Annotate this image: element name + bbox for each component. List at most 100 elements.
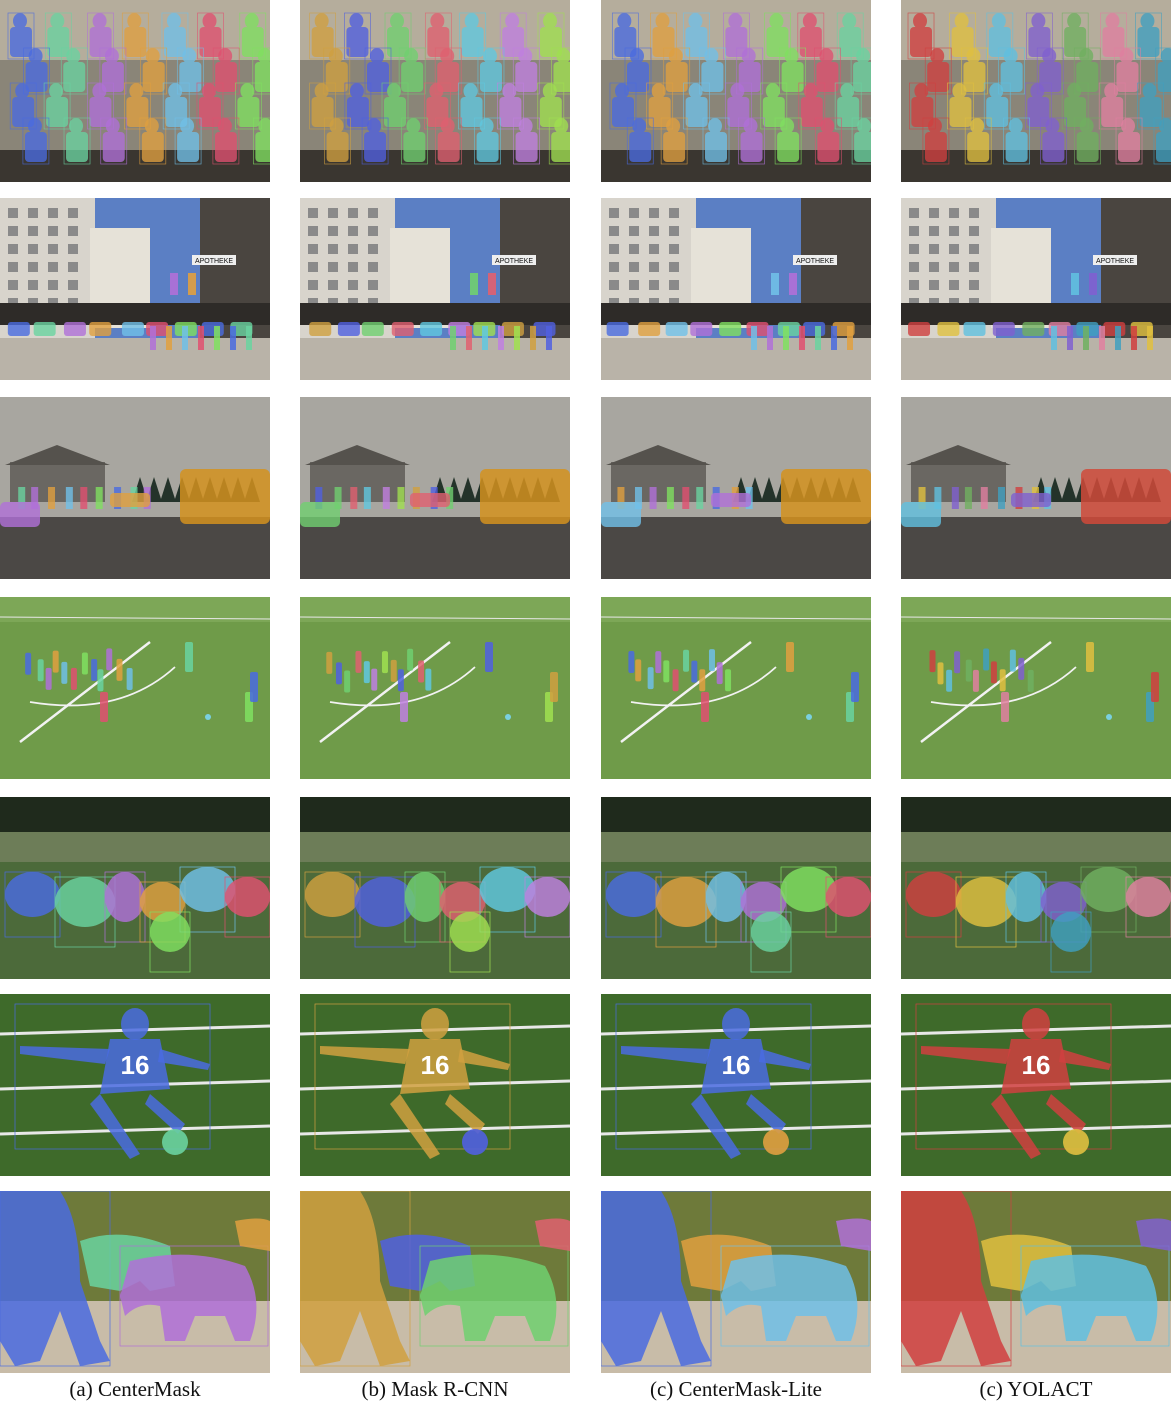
player-mask bbox=[37, 659, 44, 682]
ball-mask bbox=[1063, 1129, 1089, 1155]
car-mask bbox=[33, 322, 56, 336]
street-sign-text: APOTHEKE bbox=[195, 258, 233, 265]
person-mask bbox=[150, 326, 156, 350]
person-mask bbox=[514, 326, 520, 350]
player-mask bbox=[708, 649, 715, 672]
result-image-bus-street bbox=[901, 397, 1171, 579]
car-mask bbox=[89, 322, 112, 336]
player-mask bbox=[683, 649, 690, 672]
result-image-sheep bbox=[300, 797, 570, 979]
person-mask bbox=[783, 326, 789, 350]
person-mask bbox=[964, 487, 972, 509]
result-image-elephants bbox=[0, 1191, 270, 1373]
car-mask bbox=[1022, 322, 1045, 336]
player-mask bbox=[954, 651, 961, 674]
player-mask bbox=[635, 659, 642, 682]
result-image-sheep bbox=[901, 797, 1171, 979]
ball-mask bbox=[162, 1129, 188, 1155]
player-mask bbox=[965, 659, 972, 682]
bus-mask bbox=[480, 469, 570, 524]
player-mask bbox=[91, 659, 98, 682]
player-mask bbox=[1018, 657, 1025, 680]
player-mask bbox=[25, 652, 32, 675]
player-mask bbox=[407, 648, 414, 671]
person-mask bbox=[815, 326, 821, 350]
ball-mask bbox=[205, 714, 211, 720]
result-image-soccer-player: 16 bbox=[0, 994, 270, 1176]
person-mask bbox=[980, 487, 988, 509]
player-mask bbox=[97, 669, 104, 692]
player-mask bbox=[999, 669, 1006, 692]
jersey-number: 16 bbox=[121, 1050, 150, 1080]
car-mask bbox=[361, 322, 384, 336]
person-mask bbox=[951, 487, 959, 509]
street-sign-text: APOTHEKE bbox=[1096, 258, 1134, 265]
player-mask bbox=[672, 669, 679, 692]
traffic-light-mask bbox=[771, 273, 779, 295]
car-mask bbox=[719, 322, 742, 336]
car-mask bbox=[665, 322, 688, 336]
player-mask bbox=[1151, 672, 1159, 702]
person-mask bbox=[530, 326, 536, 350]
car-mask bbox=[7, 322, 30, 336]
result-image-street: APOTHEKE bbox=[601, 198, 871, 380]
player-mask bbox=[70, 667, 77, 690]
player-mask bbox=[691, 660, 698, 683]
result-image-bus-street bbox=[0, 397, 270, 579]
person-mask bbox=[350, 487, 358, 509]
player-mask bbox=[485, 642, 493, 672]
person-mask bbox=[1147, 326, 1153, 350]
player-mask bbox=[397, 669, 404, 692]
person-mask bbox=[998, 487, 1006, 509]
result-image-street: APOTHEKE bbox=[0, 198, 270, 380]
player-mask bbox=[326, 651, 333, 674]
player-mask bbox=[929, 650, 936, 673]
street-sign-text: APOTHEKE bbox=[495, 258, 533, 265]
result-image-soccer-field bbox=[300, 597, 570, 779]
person-mask bbox=[649, 487, 657, 509]
result-image-elephants bbox=[601, 1191, 871, 1373]
player-mask bbox=[45, 667, 52, 690]
player-mask bbox=[1086, 642, 1094, 672]
street-sign-text: APOTHEKE bbox=[796, 258, 834, 265]
player-mask bbox=[363, 661, 370, 684]
car-mask bbox=[746, 322, 769, 336]
person-mask bbox=[1115, 326, 1121, 350]
player-mask bbox=[628, 650, 635, 673]
player-mask bbox=[851, 672, 859, 702]
result-image-soccer-player: 16 bbox=[601, 994, 871, 1176]
jersey-number: 16 bbox=[722, 1050, 751, 1080]
player-mask bbox=[106, 648, 113, 671]
person-mask bbox=[847, 326, 853, 350]
player-mask bbox=[250, 672, 258, 702]
car-mask bbox=[690, 322, 713, 336]
player-mask bbox=[371, 668, 378, 691]
result-image-group-photo bbox=[601, 0, 871, 182]
player-mask bbox=[52, 650, 59, 673]
ball-mask bbox=[505, 714, 511, 720]
jersey-number: 16 bbox=[1022, 1050, 1051, 1080]
car-mask bbox=[121, 322, 144, 336]
player-mask bbox=[344, 670, 351, 693]
person-mask bbox=[466, 326, 472, 350]
person-mask bbox=[1131, 326, 1137, 350]
car-mask bbox=[309, 322, 332, 336]
person-mask bbox=[799, 326, 805, 350]
car-mask bbox=[533, 322, 556, 336]
person-mask bbox=[831, 326, 837, 350]
player-mask bbox=[972, 669, 979, 692]
person-mask bbox=[696, 487, 704, 509]
player-mask bbox=[1009, 649, 1016, 672]
person-mask bbox=[166, 326, 172, 350]
car-mask bbox=[201, 322, 224, 336]
person-mask bbox=[230, 326, 236, 350]
car-mask bbox=[63, 322, 86, 336]
car-mask bbox=[0, 502, 40, 527]
traffic-light-mask bbox=[1089, 273, 1097, 295]
person-mask bbox=[498, 326, 504, 350]
car-mask bbox=[601, 502, 641, 527]
player-mask bbox=[983, 648, 990, 671]
car-mask bbox=[337, 322, 360, 336]
result-image-group-photo bbox=[0, 0, 270, 182]
result-image-street: APOTHEKE bbox=[901, 198, 1171, 380]
